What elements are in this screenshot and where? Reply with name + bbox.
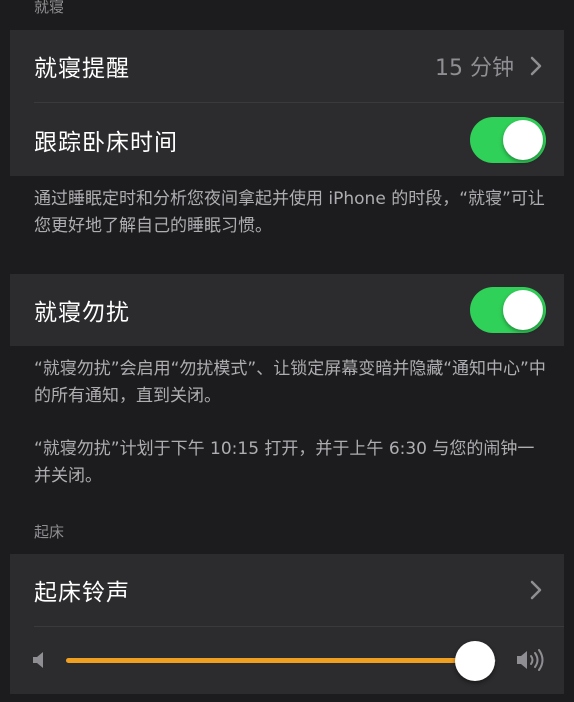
chevron-right-icon bbox=[530, 580, 542, 600]
bedtime-dnd-toggle[interactable] bbox=[470, 287, 546, 333]
bedtime-dnd-row: 就寝勿扰 bbox=[10, 274, 564, 346]
toggle-knob bbox=[503, 120, 543, 160]
dnd-footer-text-2: “就寝勿扰”计划于下午 10:15 打开，并于上午 6:30 与您的闹钟一并关闭… bbox=[34, 439, 535, 486]
bedtime-reminder-value: 15 分钟 bbox=[435, 56, 514, 81]
track-bed-time-row: 跟踪卧床时间 bbox=[10, 104, 564, 176]
row-separator bbox=[34, 102, 564, 103]
bedtime-dnd-label: 就寝勿扰 bbox=[34, 300, 130, 326]
section-header-bedtime: 就寝 bbox=[34, 0, 65, 16]
track-bed-time-toggle[interactable] bbox=[470, 117, 546, 163]
bedtime-reminder-row[interactable]: 就寝提醒 15 分钟 bbox=[10, 30, 564, 102]
volume-slider-thumb[interactable] bbox=[454, 641, 495, 681]
section-header-wake: 起床 bbox=[34, 523, 65, 541]
volume-track-fill bbox=[66, 658, 475, 663]
row-separator bbox=[34, 626, 564, 627]
bedtime-reminder-value-wrap: 15 分钟 bbox=[435, 50, 546, 82]
speaker-low-icon bbox=[33, 652, 43, 668]
settings-page: 就寝 就寝提醒 15 分钟 跟踪卧床时间 通过睡眠定时和分析您夜间拿起并使用 i… bbox=[10, 0, 564, 702]
volume-slider-row bbox=[10, 628, 564, 692]
bedtime-group: 就寝提醒 15 分钟 跟踪卧床时间 bbox=[10, 30, 564, 176]
dnd-group: 就寝勿扰 bbox=[10, 274, 564, 346]
toggle-knob bbox=[503, 290, 543, 330]
wake-sound-row[interactable]: 起床铃声 bbox=[10, 554, 564, 626]
track-bed-time-label: 跟踪卧床时间 bbox=[34, 130, 178, 156]
dnd-footer-text-1: “就寝勿扰”会启用“勿扰模式”、让锁定屏幕变暗并隐藏“通知中心”中的所有通知，直… bbox=[34, 359, 546, 406]
chevron-right-icon bbox=[530, 56, 542, 76]
speaker-high-icon bbox=[517, 649, 544, 671]
track-footer-text: 通过睡眠定时和分析您夜间拿起并使用 iPhone 的时段，“就寝”可让您更好地了… bbox=[34, 189, 545, 236]
bedtime-reminder-label: 就寝提醒 bbox=[34, 56, 130, 82]
wake-sound-label: 起床铃声 bbox=[34, 580, 130, 606]
